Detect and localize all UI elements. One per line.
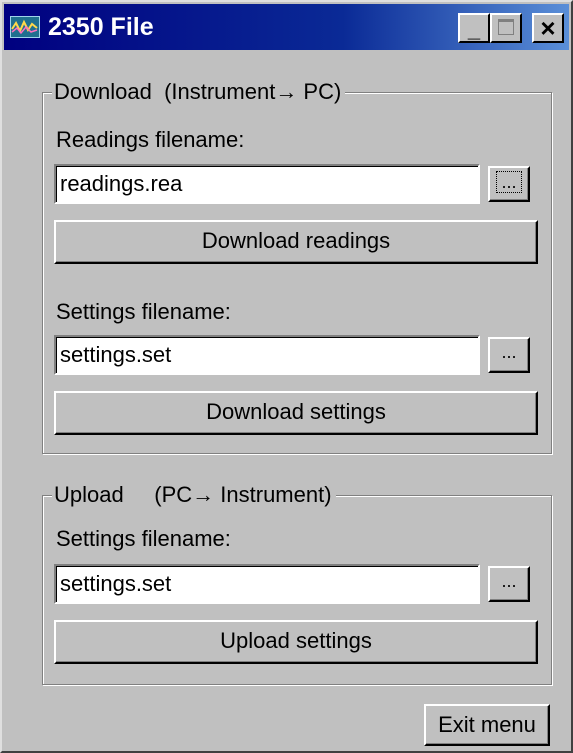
upload-settings-browse-button[interactable]: ... bbox=[488, 566, 530, 602]
maximize-icon bbox=[498, 19, 514, 35]
minimize-icon: _ bbox=[467, 17, 481, 42]
upload-group-label: Upload (PC→ Instrument) bbox=[52, 482, 336, 508]
download-group-label: Download (Instrument→ PC) bbox=[52, 79, 346, 105]
upload-settings-button[interactable]: Upload settings bbox=[54, 620, 538, 664]
close-icon: × bbox=[540, 13, 556, 43]
readings-filename-input[interactable]: readings.rea bbox=[54, 164, 480, 204]
download-settings-button[interactable]: Download settings bbox=[54, 391, 538, 435]
title-bar[interactable]: 2350 File _ × bbox=[4, 4, 569, 50]
exit-menu-button[interactable]: Exit menu bbox=[424, 704, 550, 746]
browse-label: ... bbox=[496, 171, 522, 193]
download-readings-button[interactable]: Download readings bbox=[54, 220, 538, 264]
app-waveform-icon bbox=[10, 16, 40, 38]
close-button[interactable]: × bbox=[532, 13, 564, 43]
upload-settings-filename-label: Settings filename: bbox=[56, 526, 231, 551]
download-settings-filename-input[interactable]: settings.set bbox=[54, 335, 480, 375]
download-settings-filename-label: Settings filename: bbox=[56, 299, 231, 324]
minimize-button[interactable]: _ bbox=[458, 13, 490, 43]
readings-filename-label: Readings filename: bbox=[56, 127, 245, 152]
window-title: 2350 File bbox=[48, 13, 154, 41]
upload-settings-filename-input[interactable]: settings.set bbox=[54, 564, 480, 604]
maximize-button[interactable] bbox=[490, 13, 522, 43]
readings-browse-button[interactable]: ... bbox=[488, 166, 530, 202]
dialog-window: 2350 File _ × Download (Instrument→ PC) … bbox=[0, 0, 573, 753]
download-settings-browse-button[interactable]: ... bbox=[488, 337, 530, 373]
